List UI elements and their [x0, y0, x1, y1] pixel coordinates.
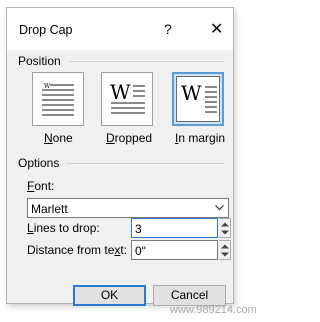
close-icon[interactable]: ✕	[210, 19, 223, 39]
lines-to-drop-spinner[interactable]	[219, 218, 231, 238]
drop-cap-dropped-option[interactable]: W	[101, 72, 153, 126]
options-divider	[67, 163, 224, 164]
spin-down-icon[interactable]	[221, 230, 229, 235]
none-preview-letter: W	[44, 83, 51, 90]
lines-to-drop-value: 3	[135, 222, 142, 236]
none-preview-icon: W	[42, 83, 74, 116]
title-bar: Drop Cap ? ✕	[7, 8, 233, 50]
distance-from-text-input[interactable]: 0"	[131, 240, 218, 260]
font-value: Marlett	[31, 202, 68, 216]
cancel-button[interactable]: Cancel	[153, 285, 226, 306]
options-section-label: Options	[18, 156, 60, 170]
position-section-label: Position	[18, 54, 61, 68]
spin-up-icon[interactable]	[221, 222, 229, 227]
font-label: Font:	[27, 179, 55, 193]
help-icon[interactable]: ?	[164, 21, 172, 37]
distance-from-text-spinner[interactable]	[219, 240, 231, 260]
dropped-preview-icon: W	[110, 80, 145, 114]
dropped-option-label: Dropped	[106, 131, 153, 145]
lines-to-drop-label: Lines to drop:	[27, 221, 100, 235]
drop-cap-dialog: Drop Cap ? ✕ Position W None W Dropped W…	[6, 7, 234, 306]
distance-from-text-value: 0"	[135, 244, 146, 258]
drop-cap-none-option[interactable]: W	[32, 72, 84, 126]
watermark-text: www.989214.com	[170, 304, 257, 316]
none-option-label: None	[44, 131, 73, 145]
chevron-down-icon[interactable]	[215, 205, 224, 211]
dialog-title: Drop Cap	[19, 23, 73, 37]
ok-button[interactable]: OK	[73, 285, 146, 306]
position-divider	[69, 61, 224, 62]
spin-up-icon[interactable]	[221, 244, 229, 249]
spin-down-icon[interactable]	[221, 252, 229, 257]
font-select[interactable]: Marlett	[27, 198, 229, 218]
drop-cap-in-margin-option[interactable]: W	[172, 72, 224, 126]
lines-to-drop-input[interactable]: 3	[131, 218, 218, 238]
in-margin-option-label: In margin	[175, 131, 226, 145]
in-margin-preview-icon: W	[181, 81, 217, 113]
distance-from-text-label: Distance from text:	[27, 243, 128, 257]
in-margin-preview-letter: W	[181, 81, 202, 105]
dropped-preview-letter: W	[110, 80, 131, 104]
